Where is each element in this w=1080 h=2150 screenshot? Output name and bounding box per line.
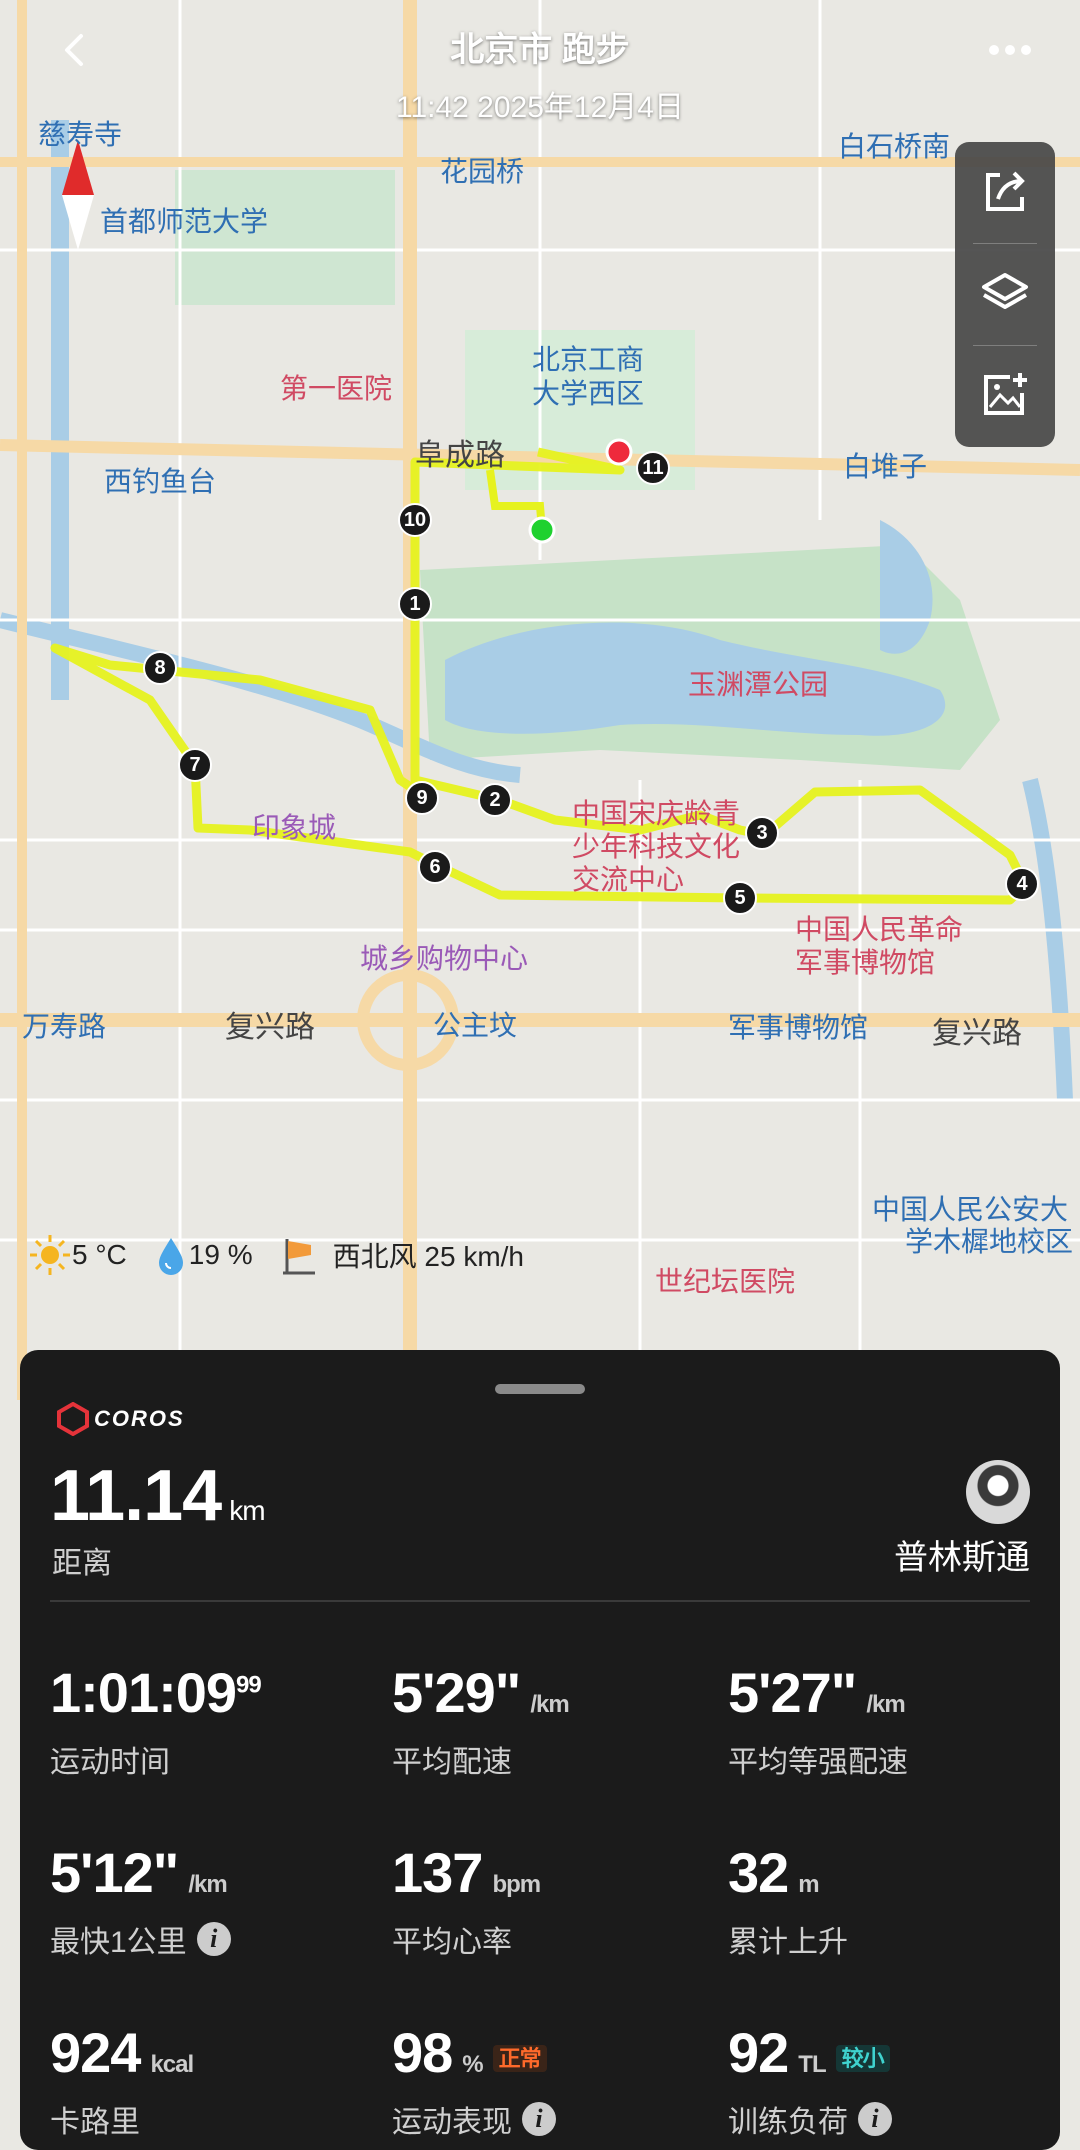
map-label-wanshoulu: 万寿路 [22,1011,107,1042]
status-badge: 正常 [492,2045,547,2073]
stat-ascent: 32 m 累计上升 [728,1841,848,1959]
map-label-baiduizi: 白堆子 [843,451,928,482]
stat-avg-hr: 137 bpm 平均心率 [392,1841,541,1959]
map-label-xidiaoyutai: 西钓鱼台 [104,466,217,497]
user-name[interactable]: 普林斯通 [894,1530,1030,1579]
map-label-fuxinglu-east: 复兴路 [932,1017,1022,1050]
page-title: 北京市 跑步 [450,31,630,69]
weather-bar: 5 °C 19 % 西北风 25 km/h [28,1235,530,1275]
split-marker-4[interactable]: 4 [1005,867,1039,901]
split-marker-1[interactable]: 1 [398,587,432,621]
activity-summary-panel: COROS 11.14 km 距离 普林斯通 1:01:0999 运动时间 5'2… [20,1350,1060,2150]
split-marker-8[interactable]: 8 [143,651,177,685]
map-label-gongzhufen: 公主坟 [433,1010,518,1041]
end-point [605,438,633,466]
more-icon[interactable] [980,30,1040,70]
map-label-fuxinglu-west: 复兴路 [225,1011,315,1044]
split-marker-11[interactable]: 11 [636,451,670,485]
distance-label: 距离 [52,1547,112,1580]
stat-time: 1:01:0999 运动时间 [50,1661,262,1779]
wind: 西北风 25 km/h [332,1241,524,1272]
distance-value: 11.14 km [50,1456,266,1536]
info-icon[interactable]: i [196,1922,231,1956]
temperature: 5 °C [72,1239,127,1270]
share-icon [986,171,1025,211]
stat-avg-pace: 5'29"/km 平均配速 [392,1661,570,1779]
drag-handle[interactable] [495,1384,585,1394]
map-label-chengxiang: 城乡购物中心 [360,943,529,974]
map-label-baishiqiaonan: 白石桥南 [838,131,951,162]
split-marker-3[interactable]: 3 [745,816,779,850]
share-button[interactable] [955,142,1055,242]
map-toolbar [955,142,1055,447]
split-marker-7[interactable]: 7 [178,748,212,782]
stat-performance: 98% 正常 运动表现 i [392,2020,712,2141]
map-label-gongshang-2: 大学西区 [532,378,645,409]
start-point [528,516,556,544]
divider [50,1600,1030,1602]
coros-logo-icon [57,1402,89,1436]
map-label-diyi: 第一医院 [280,373,393,404]
wind-icon [282,1239,315,1275]
split-marker-2[interactable]: 2 [478,783,512,817]
avatar[interactable] [966,1460,1030,1524]
map-label-junbo-station: 军事博物馆 [728,1012,869,1043]
add-photo-button[interactable] [955,346,1055,446]
map-label-junbo-2: 军事博物馆 [795,947,936,978]
info-icon[interactable]: i [522,2102,556,2136]
stat-fastest-km: 5'12"/km 最快1公里 i [50,1840,370,1961]
layers-icon [982,273,1028,309]
split-marker-9[interactable]: 9 [405,781,439,815]
map-label-fuchenglu: 阜成路 [415,439,505,472]
split-marker-10[interactable]: 10 [398,503,432,537]
map-label-huayuanqiao: 花园桥 [440,156,525,187]
map-label-shijitan: 世纪坛医院 [655,1266,796,1297]
split-marker-5[interactable]: 5 [723,881,757,915]
stat-grade-pace: 5'27"/km 平均等强配速 [728,1661,908,1779]
split-marker-6[interactable]: 6 [418,850,452,884]
status-badge: 较小 [835,2045,890,2073]
sun-icon [30,1235,70,1275]
map-label-songqingling-3: 交流中心 [572,864,685,895]
map-label-yinxiangcheng: 印象城 [252,812,337,843]
map-label-gongan-2: 学木樨地校区 [905,1226,1074,1257]
activity-datetime: 11:42 2025年12月4日 [396,91,684,124]
add-image-icon [984,373,1027,415]
layers-button[interactable] [955,244,1055,344]
humidity: 19 % [188,1239,253,1270]
brand-logo: COROS [56,1402,185,1436]
map-label-yuyuantan: 玉渊潭公园 [688,669,829,700]
stat-training-load: 92 TL 较小 训练负荷 i [728,2020,1048,2141]
stat-calories: 924 kcal 卡路里 [50,2021,194,2139]
info-icon[interactable]: i [858,2102,892,2136]
compass-icon[interactable] [58,140,98,250]
route-map[interactable]: 1 2 3 4 5 6 7 8 9 10 11 慈寿寺 花园桥 白石桥南 首都师范大学 第一医院 北… [0,0,1080,1400]
map-label-shoudu: 首都师范大学 [100,206,269,237]
humidity-icon [158,1238,183,1275]
